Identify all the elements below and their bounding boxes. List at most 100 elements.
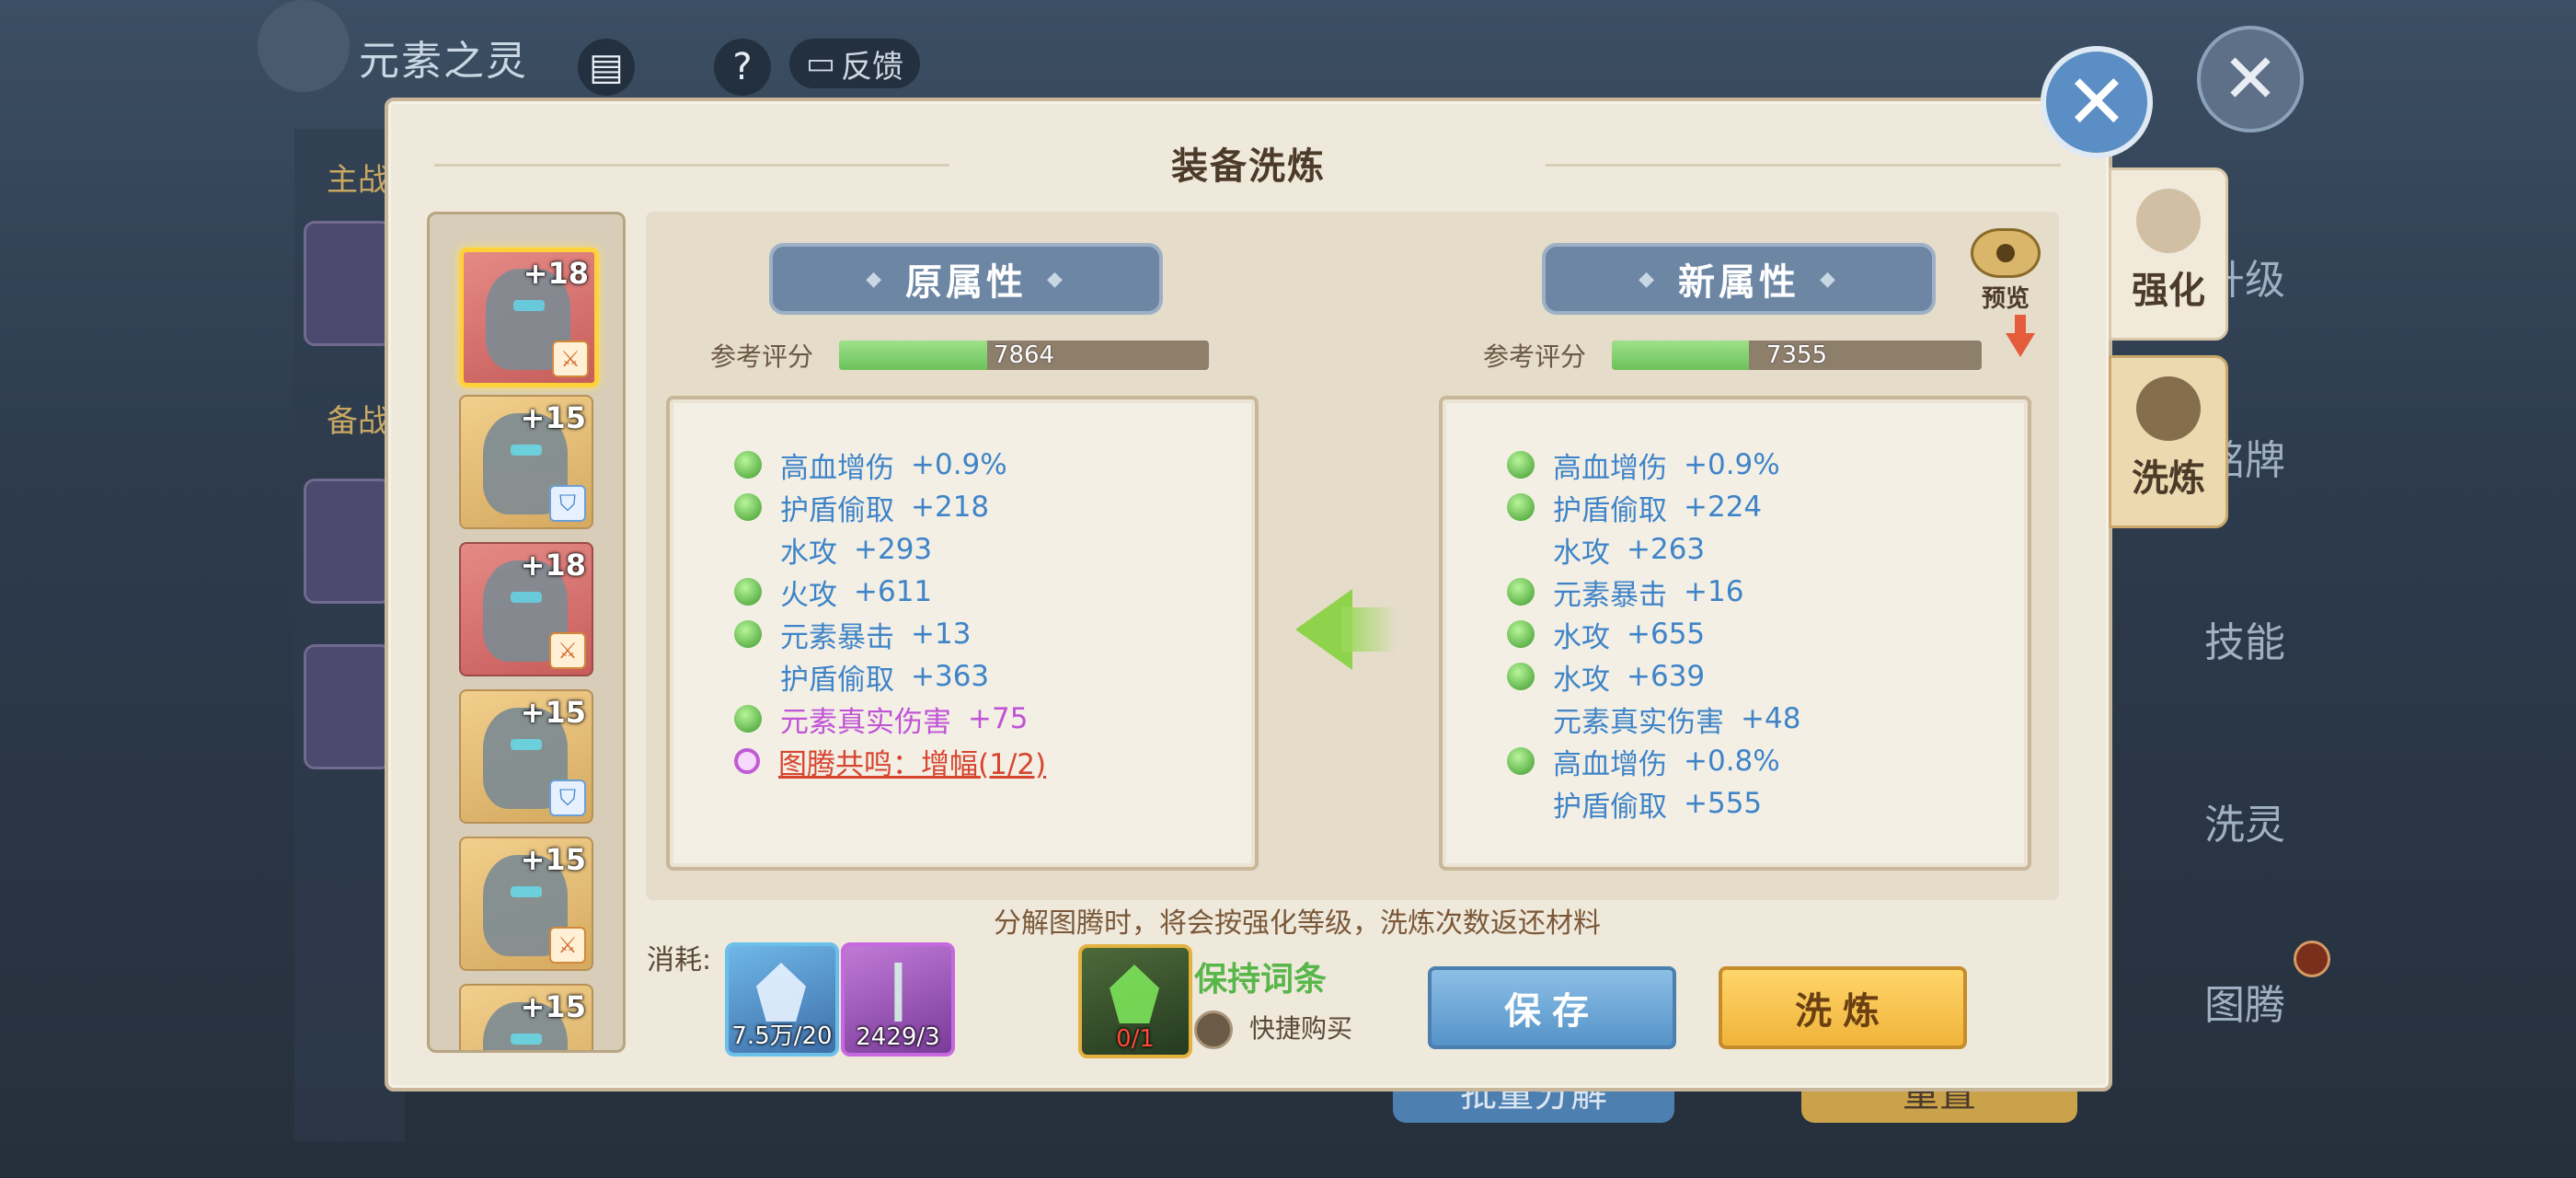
new-attr-title: 新属性 bbox=[1678, 261, 1800, 304]
tab-label: 洗炼 bbox=[2132, 457, 2205, 500]
equipment-item[interactable]: +18 ⚔ bbox=[459, 248, 599, 387]
attr-line: 水攻 +263 bbox=[1507, 528, 1705, 571]
close-button[interactable]: ✕ bbox=[2041, 46, 2153, 158]
material-count: 0/1 bbox=[1116, 1025, 1155, 1053]
menu-totem[interactable]: 图腾 bbox=[2190, 972, 2300, 1031]
attr-value: +293 bbox=[854, 533, 933, 566]
shield-icon: ⛉ bbox=[549, 780, 586, 816]
feedback-button[interactable]: ▭ 反馈 bbox=[789, 39, 920, 88]
item-level: +18 bbox=[520, 548, 586, 583]
attr-value: +218 bbox=[911, 491, 990, 524]
material-count: 7.5万/20 bbox=[731, 1022, 833, 1050]
attr-line: 水攻 +293 bbox=[734, 528, 932, 571]
sword-icon: ⚔ bbox=[549, 927, 586, 964]
tab-label: 强化 bbox=[2132, 270, 2205, 312]
crystal-material[interactable]: 7.5万/20 bbox=[725, 942, 839, 1057]
equipment-item[interactable]: +15 ⚔ bbox=[459, 837, 593, 971]
equipment-item[interactable]: +18 ⚔ bbox=[459, 542, 593, 676]
attr-line: 元素真实伤害 +75 bbox=[734, 698, 1028, 740]
attr-line: 元素真实伤害 +48 bbox=[1507, 698, 1800, 740]
branch-material[interactable]: 2429/3 bbox=[841, 942, 955, 1057]
attr-name: 水攻 bbox=[1553, 620, 1610, 654]
notebook-icon[interactable]: ▤ bbox=[578, 39, 635, 96]
sword-icon: ⚔ bbox=[552, 341, 589, 377]
gem-icon bbox=[1507, 493, 1535, 521]
hammer-icon bbox=[2136, 189, 2201, 253]
attr-name: 护盾偷取 bbox=[1553, 790, 1667, 824]
attr-value: +611 bbox=[854, 575, 933, 608]
background-character[interactable] bbox=[304, 644, 392, 769]
new-attr-box: 高血增伤 +0.9% 护盾偷取 +224 水攻 +263 元素暴击 +16 水攻 +655… bbox=[1439, 396, 2031, 871]
original-score-bar: 7864 bbox=[839, 341, 1209, 370]
item-level: +15 bbox=[520, 989, 586, 1024]
attr-value: +75 bbox=[968, 702, 1029, 735]
gem-icon bbox=[734, 451, 762, 479]
background-close-icon[interactable]: ✕ bbox=[2197, 26, 2304, 133]
gem-icon bbox=[1507, 663, 1535, 690]
equipment-item[interactable]: +15 ⛉ bbox=[459, 689, 593, 824]
attr-line: 护盾偷取 +363 bbox=[734, 655, 989, 698]
tab-enhance[interactable]: 强化 bbox=[2109, 167, 2228, 341]
tab-refine[interactable]: 洗炼 bbox=[2109, 355, 2228, 528]
equipment-item[interactable]: +15 ⛉ bbox=[459, 395, 593, 529]
attr-name: 水攻 bbox=[780, 536, 837, 570]
attr-name: 元素暴击 bbox=[1553, 578, 1667, 612]
attr-line: 元素暴击 +16 bbox=[1507, 571, 1743, 613]
new-attr-header: 新属性 bbox=[1542, 243, 1936, 315]
attr-value: +0.9% bbox=[911, 448, 1007, 481]
attr-value: +555 bbox=[1684, 787, 1763, 820]
sword-icon: ⚔ bbox=[549, 632, 586, 669]
original-attr-title: 原属性 bbox=[905, 261, 1027, 304]
cost-label: 消耗: bbox=[647, 944, 712, 976]
attr-value: +263 bbox=[1627, 533, 1706, 566]
attr-name: 高血增伤 bbox=[1553, 451, 1667, 485]
attr-value: +363 bbox=[911, 660, 990, 693]
attr-line: 高血增伤 +0.8% bbox=[1507, 740, 1780, 782]
attr-value: +0.9% bbox=[1684, 448, 1780, 481]
quick-buy-toggle[interactable] bbox=[1194, 1011, 1233, 1049]
item-level: +15 bbox=[520, 842, 586, 877]
gem-icon bbox=[1507, 451, 1535, 479]
swirl-icon bbox=[2136, 376, 2201, 441]
attr-line: 护盾偷取 +224 bbox=[1507, 486, 1762, 528]
preview-label: 预览 bbox=[1981, 285, 2030, 313]
background-title: 元素之灵 bbox=[359, 38, 528, 85]
keep-attribute-material[interactable]: 0/1 bbox=[1078, 944, 1192, 1058]
gem-icon bbox=[734, 620, 762, 648]
game-emblem-icon bbox=[258, 0, 350, 92]
background-character[interactable] bbox=[304, 221, 392, 346]
attr-line: 高血增伤 +0.9% bbox=[1507, 444, 1780, 486]
attr-name: 图腾共鸣：增幅(1/2) bbox=[778, 747, 1047, 781]
attr-name: 高血增伤 bbox=[1553, 747, 1667, 781]
equipment-list[interactable]: +18 ⚔ +15 ⛉ +18 ⚔ +15 ⛉ +15 ⚔ +15 bbox=[427, 212, 626, 1053]
attr-name: 元素真实伤害 bbox=[1553, 705, 1724, 739]
attr-value: +655 bbox=[1627, 618, 1706, 651]
preview-button[interactable]: 预览 bbox=[1971, 228, 2041, 313]
branch-icon bbox=[894, 963, 903, 1022]
attr-line: 火攻 +611 bbox=[734, 571, 932, 613]
attr-line: 元素暴击 +13 bbox=[734, 613, 971, 655]
original-attr-header: 原属性 bbox=[769, 243, 1163, 315]
new-score-value: 7355 bbox=[1765, 341, 1828, 369]
decompose-note: 分解图腾时，将会按强化等级，洗炼次数返还材料 bbox=[994, 907, 1601, 940]
reserve-battle-label: 备战 bbox=[327, 403, 389, 440]
attr-value: +13 bbox=[911, 618, 972, 651]
shield-icon: ⛉ bbox=[549, 485, 586, 522]
totem-resonance-link[interactable]: 图腾共鸣：增幅(1/2) bbox=[734, 740, 1046, 782]
original-score-label: 参考评分 bbox=[710, 341, 814, 372]
gem-icon bbox=[1507, 578, 1535, 606]
feedback-label: 反馈 bbox=[841, 48, 904, 86]
help-button[interactable]: ? bbox=[714, 39, 771, 96]
green-crystal-icon bbox=[1110, 964, 1159, 1023]
background-character[interactable] bbox=[304, 479, 392, 604]
attr-name: 护盾偷取 bbox=[1553, 493, 1667, 527]
gem-icon bbox=[734, 578, 762, 606]
menu-spirit-wash[interactable]: 洗灵 bbox=[2190, 791, 2300, 850]
attr-value: +639 bbox=[1627, 660, 1706, 693]
menu-skill[interactable]: 技能 bbox=[2190, 609, 2300, 668]
save-button[interactable]: 保存 bbox=[1428, 966, 1676, 1049]
item-level: +15 bbox=[520, 400, 586, 435]
refine-button[interactable]: 洗炼 bbox=[1719, 966, 1967, 1049]
equipment-item[interactable]: +15 bbox=[459, 984, 593, 1050]
attr-value: +48 bbox=[1741, 702, 1801, 735]
